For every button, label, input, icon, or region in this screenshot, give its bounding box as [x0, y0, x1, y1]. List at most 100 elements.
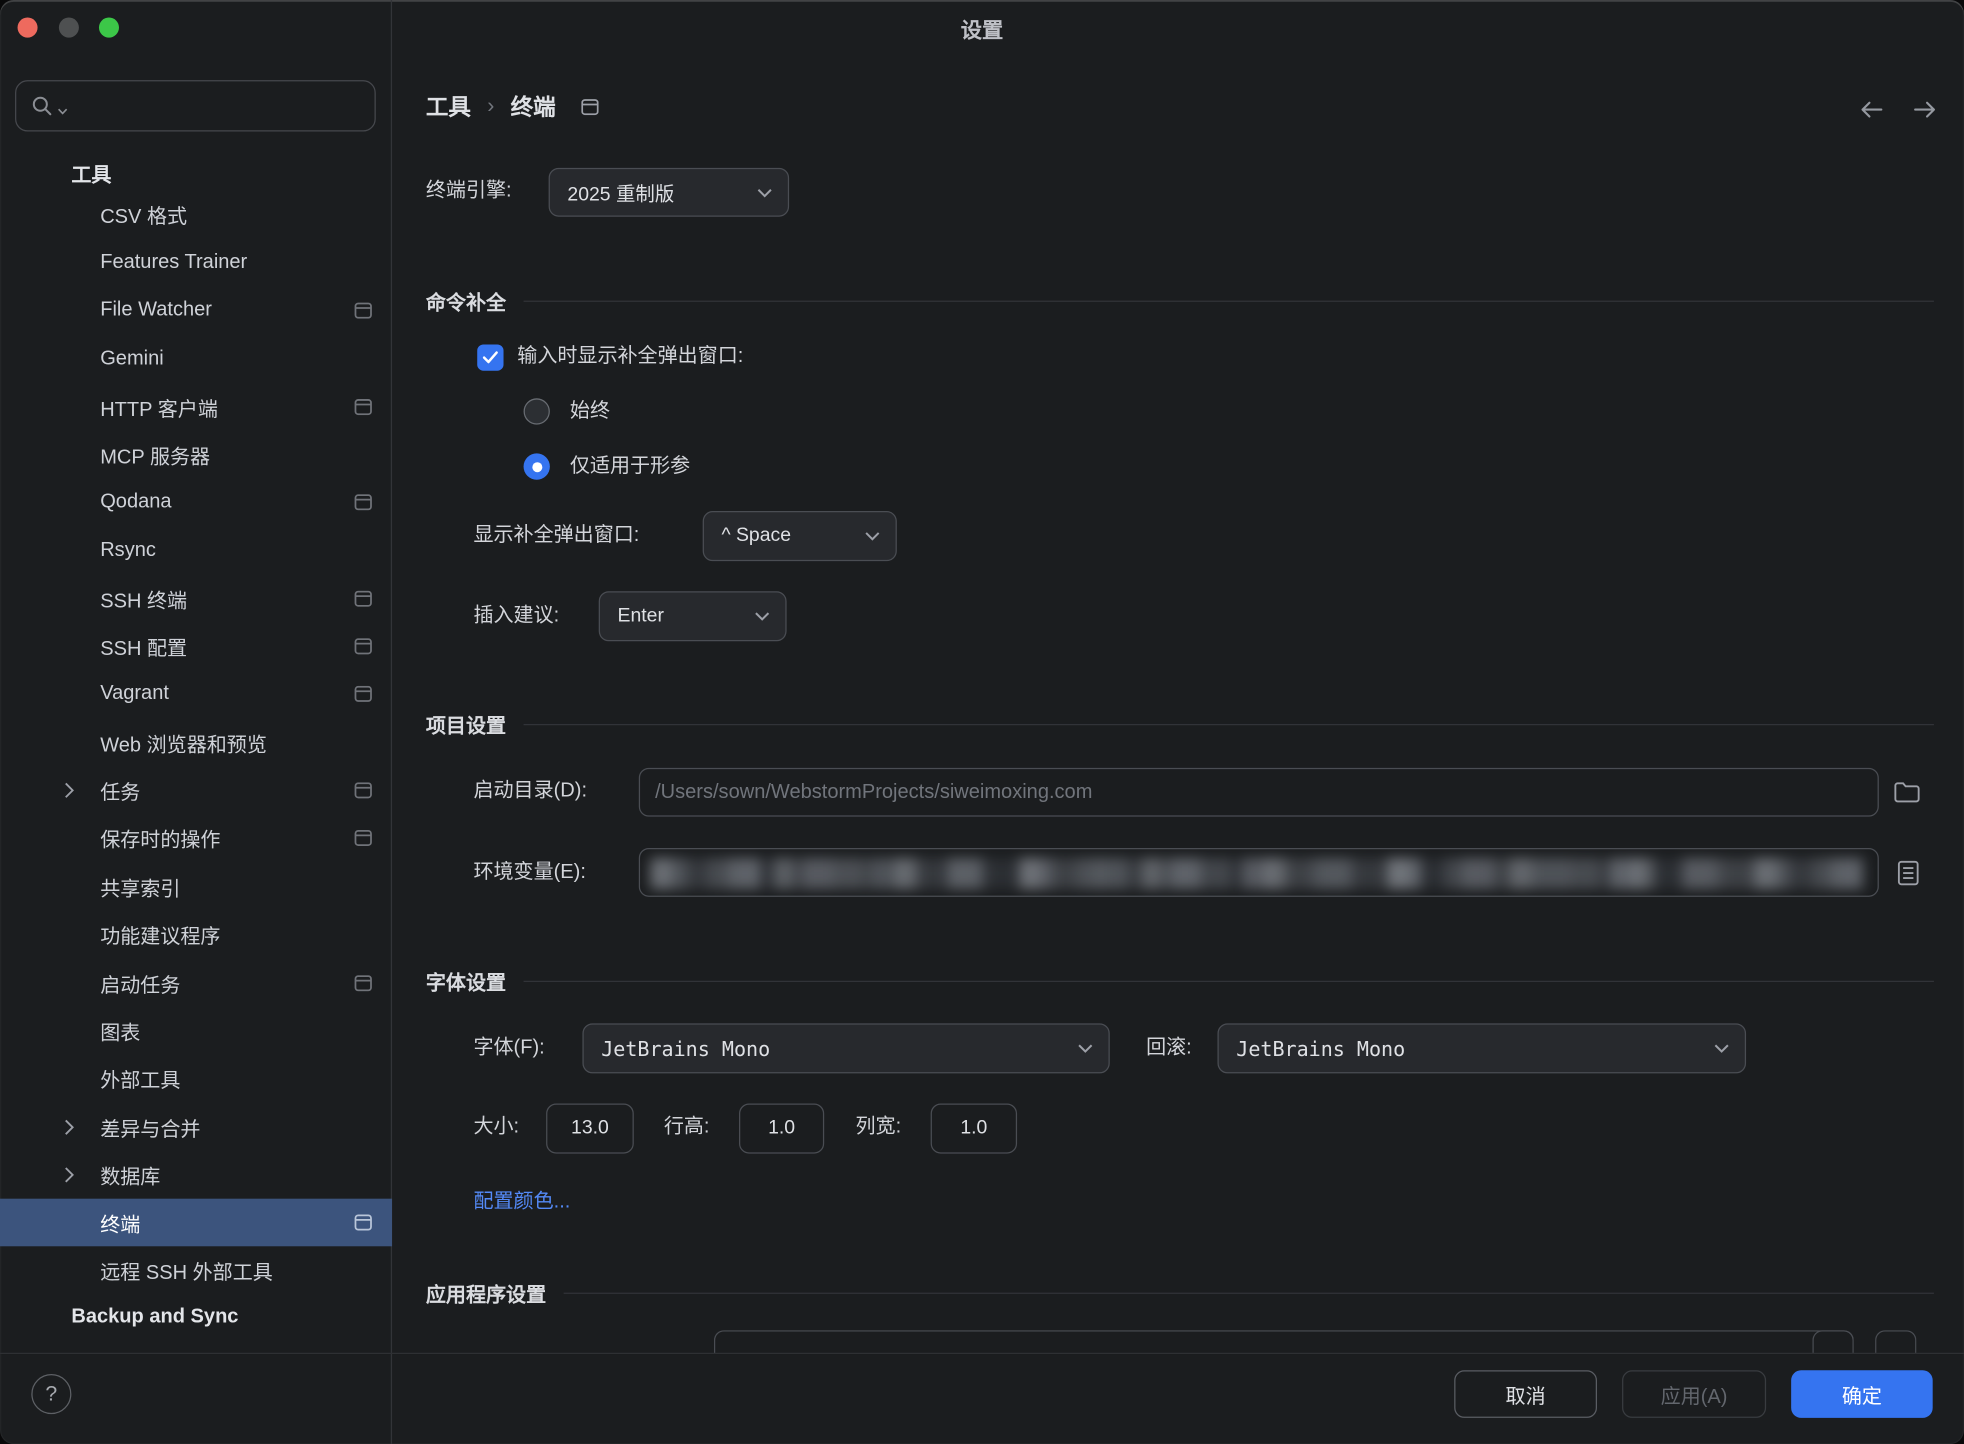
chevron-down-icon [1077, 1043, 1093, 1053]
help-button[interactable]: ? [31, 1374, 71, 1414]
breadcrumb-parent[interactable]: 工具 [426, 90, 471, 123]
sidebar-item-label: 保存时的操作 [100, 823, 220, 853]
sidebar-item-16[interactable]: 功能建议程序 [0, 911, 392, 959]
sidebar-item-21[interactable]: 数据库 [0, 1151, 392, 1199]
completion-popup-checkbox[interactable] [477, 344, 503, 370]
nav-forward-button[interactable] [1909, 93, 1942, 126]
sidebar-item-9[interactable]: SSH 终端 [0, 575, 392, 623]
radio-always[interactable] [524, 398, 550, 424]
env-variables-input[interactable] [639, 848, 1879, 897]
completion-popup-checkbox-label[interactable]: 输入时显示补全弹出窗口: [517, 342, 743, 372]
tool-window-icon [354, 638, 372, 654]
sidebar-item-4[interactable]: Gemini [0, 336, 392, 384]
sidebar-item-label: Backup and Sync [71, 1306, 238, 1329]
search-history-caret-icon[interactable] [58, 107, 68, 115]
env-variables-redacted-value [650, 858, 1865, 889]
question-icon: ? [45, 1382, 57, 1407]
tool-window-icon [354, 830, 372, 846]
sidebar-item-8[interactable]: Rsync [0, 527, 392, 575]
sidebar-item-20[interactable]: 差异与合并 [0, 1103, 392, 1151]
start-directory-input[interactable]: /Users/sown/WebstormProjects/siweimoxing… [639, 768, 1879, 817]
chevron-down-icon [864, 531, 880, 541]
tool-window-icon [354, 782, 372, 798]
sidebar-item-label: Rsync [100, 540, 156, 563]
tool-window-icon [354, 399, 372, 415]
chevron-down-icon [1713, 1043, 1729, 1053]
radio-always-label[interactable]: 始终 [570, 397, 610, 427]
sidebar-item-label: 图表 [100, 1016, 140, 1046]
font-size-label: 大小: [473, 1112, 519, 1142]
section-app-settings: 应用程序设置 [426, 1278, 1934, 1308]
insert-suggestion-label: 插入建议: [473, 601, 559, 631]
sidebar-item-label: Web 浏览器和预览 [100, 728, 267, 758]
sidebar-item-24[interactable]: Backup and Sync [0, 1294, 392, 1342]
line-height-input[interactable]: 1.0 [739, 1103, 824, 1153]
sidebar-item-3[interactable]: File Watcher [0, 287, 392, 335]
tool-window-icon [354, 686, 372, 702]
sidebar-item-7[interactable]: Qodana [0, 478, 392, 526]
sidebar-item-23[interactable]: 远程 SSH 外部工具 [0, 1246, 392, 1294]
radio-parameters-only[interactable] [524, 453, 550, 479]
sidebar-item-19[interactable]: 外部工具 [0, 1055, 392, 1103]
section-title: 命令补全 [426, 286, 506, 316]
left-arrow-icon [1859, 100, 1884, 119]
sidebar-item-22[interactable]: 终端 [0, 1199, 392, 1247]
apply-button[interactable]: 应用(A) [1622, 1370, 1766, 1418]
ok-button[interactable]: 确定 [1791, 1370, 1933, 1418]
sidebar-item-18[interactable]: 图表 [0, 1007, 392, 1055]
sidebar-item-17[interactable]: 启动任务 [0, 959, 392, 1007]
sidebar-item-5[interactable]: HTTP 客户端 [0, 383, 392, 431]
settings-search-input[interactable] [15, 80, 376, 131]
sidebar-item-14[interactable]: 保存时的操作 [0, 814, 392, 862]
right-arrow-icon [1913, 100, 1938, 119]
nav-back-button[interactable] [1855, 93, 1888, 126]
folder-icon [1893, 781, 1919, 802]
sidebar-item-label: 功能建议程序 [100, 919, 220, 949]
chevron-right-icon[interactable] [64, 1119, 75, 1137]
terminal-engine-select[interactable]: 2025 重制版 [549, 168, 789, 217]
fallback-font-select[interactable]: JetBrains Mono [1217, 1023, 1746, 1073]
bottom-partial-field[interactable] [714, 1330, 1854, 1354]
popup-shortcut-select[interactable]: ^ Space [703, 511, 897, 561]
sidebar-item-15[interactable]: 共享索引 [0, 863, 392, 911]
sidebar-item-label: Vagrant [100, 683, 169, 706]
sidebar-item-6[interactable]: MCP 服务器 [0, 431, 392, 479]
font-size-input[interactable]: 13.0 [546, 1103, 634, 1153]
terminal-engine-value: 2025 重制版 [567, 178, 674, 206]
settings-sidebar: 工具CSV 格式Features TrainerFile WatcherGemi… [0, 0, 392, 1444]
tool-window-icon [581, 98, 599, 114]
breadcrumb: 工具 › 终端 [426, 90, 598, 123]
font-size-value: 13.0 [571, 1117, 609, 1140]
sidebar-item-1[interactable]: CSV 格式 [0, 190, 392, 238]
scale-wrapper: 设置 工具CSV 格式Features TrainerFile WatcherG… [0, 0, 1964, 1444]
bottom-partial-button-2[interactable] [1875, 1330, 1916, 1354]
chevron-down-icon [754, 611, 770, 621]
column-width-label: 列宽: [855, 1112, 901, 1142]
chevron-right-icon[interactable] [64, 782, 75, 800]
sidebar-item-label: 共享索引 [100, 872, 180, 902]
sidebar-item-2[interactable]: Features Trainer [0, 239, 392, 287]
sidebar-item-label: 外部工具 [100, 1063, 180, 1093]
sidebar-item-11[interactable]: Vagrant [0, 670, 392, 718]
font-label: 字体(F): [473, 1033, 544, 1063]
sidebar-item-12[interactable]: Web 浏览器和预览 [0, 719, 392, 767]
chevron-right-icon[interactable] [64, 1166, 75, 1184]
sidebar-item-label: Qodana [100, 491, 171, 514]
settings-main-panel: 工具 › 终端 终端引擎: 2025 重制版 命令补全 [392, 0, 1964, 1444]
sidebar-item-10[interactable]: SSH 配置 [0, 623, 392, 671]
sidebar-item-label: CSV 格式 [100, 199, 187, 229]
browse-directory-button[interactable] [1891, 777, 1921, 807]
section-title: 项目设置 [426, 709, 506, 739]
radio-parameters-only-label[interactable]: 仅适用于形参 [570, 452, 690, 482]
terminal-engine-label: 终端引擎: [426, 177, 512, 207]
env-variables-edit-button[interactable] [1894, 858, 1922, 888]
insert-suggestion-select[interactable]: Enter [599, 591, 787, 641]
sidebar-item-label: Gemini [100, 348, 163, 371]
bottom-partial-button-1[interactable] [1812, 1330, 1853, 1354]
env-variables-label: 环境变量(E): [473, 858, 585, 888]
cancel-button[interactable]: 取消 [1454, 1370, 1597, 1418]
font-select[interactable]: JetBrains Mono [582, 1023, 1109, 1073]
column-width-input[interactable]: 1.0 [931, 1103, 1017, 1153]
sidebar-item-13[interactable]: 任务 [0, 767, 392, 815]
configure-colors-link[interactable]: 配置颜色... [473, 1184, 570, 1214]
